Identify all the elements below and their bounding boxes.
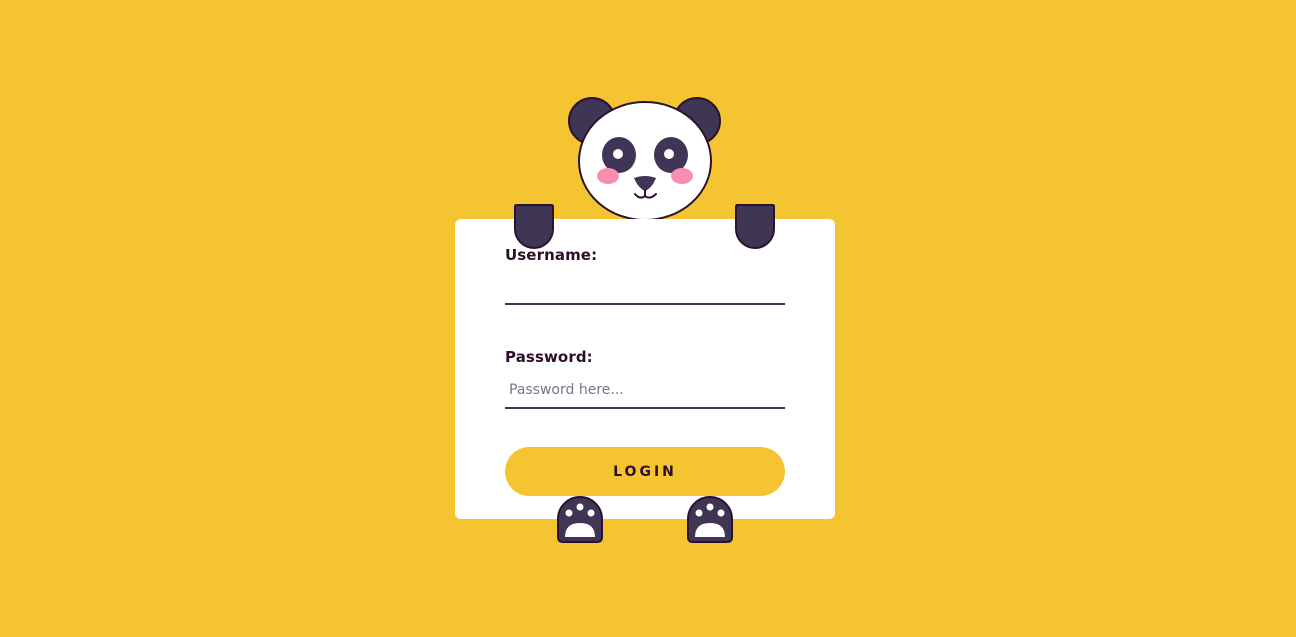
login-page: Username: Password: LOGIN: [0, 0, 1296, 637]
login-card: Username: Password: LOGIN: [455, 219, 835, 519]
panda-paw-icon: [554, 493, 606, 545]
username-input[interactable]: [505, 265, 785, 305]
login-button[interactable]: LOGIN: [505, 447, 785, 496]
password-field-group: Password:: [505, 347, 785, 409]
username-field-group: Username:: [505, 245, 785, 305]
password-label: Password:: [505, 348, 593, 366]
panda-paw-icon: [684, 493, 736, 545]
panda-hand-icon: [735, 203, 775, 249]
panda-face-icon: [568, 96, 724, 222]
panda-hand-icon: [514, 203, 554, 249]
password-input[interactable]: [505, 367, 785, 409]
